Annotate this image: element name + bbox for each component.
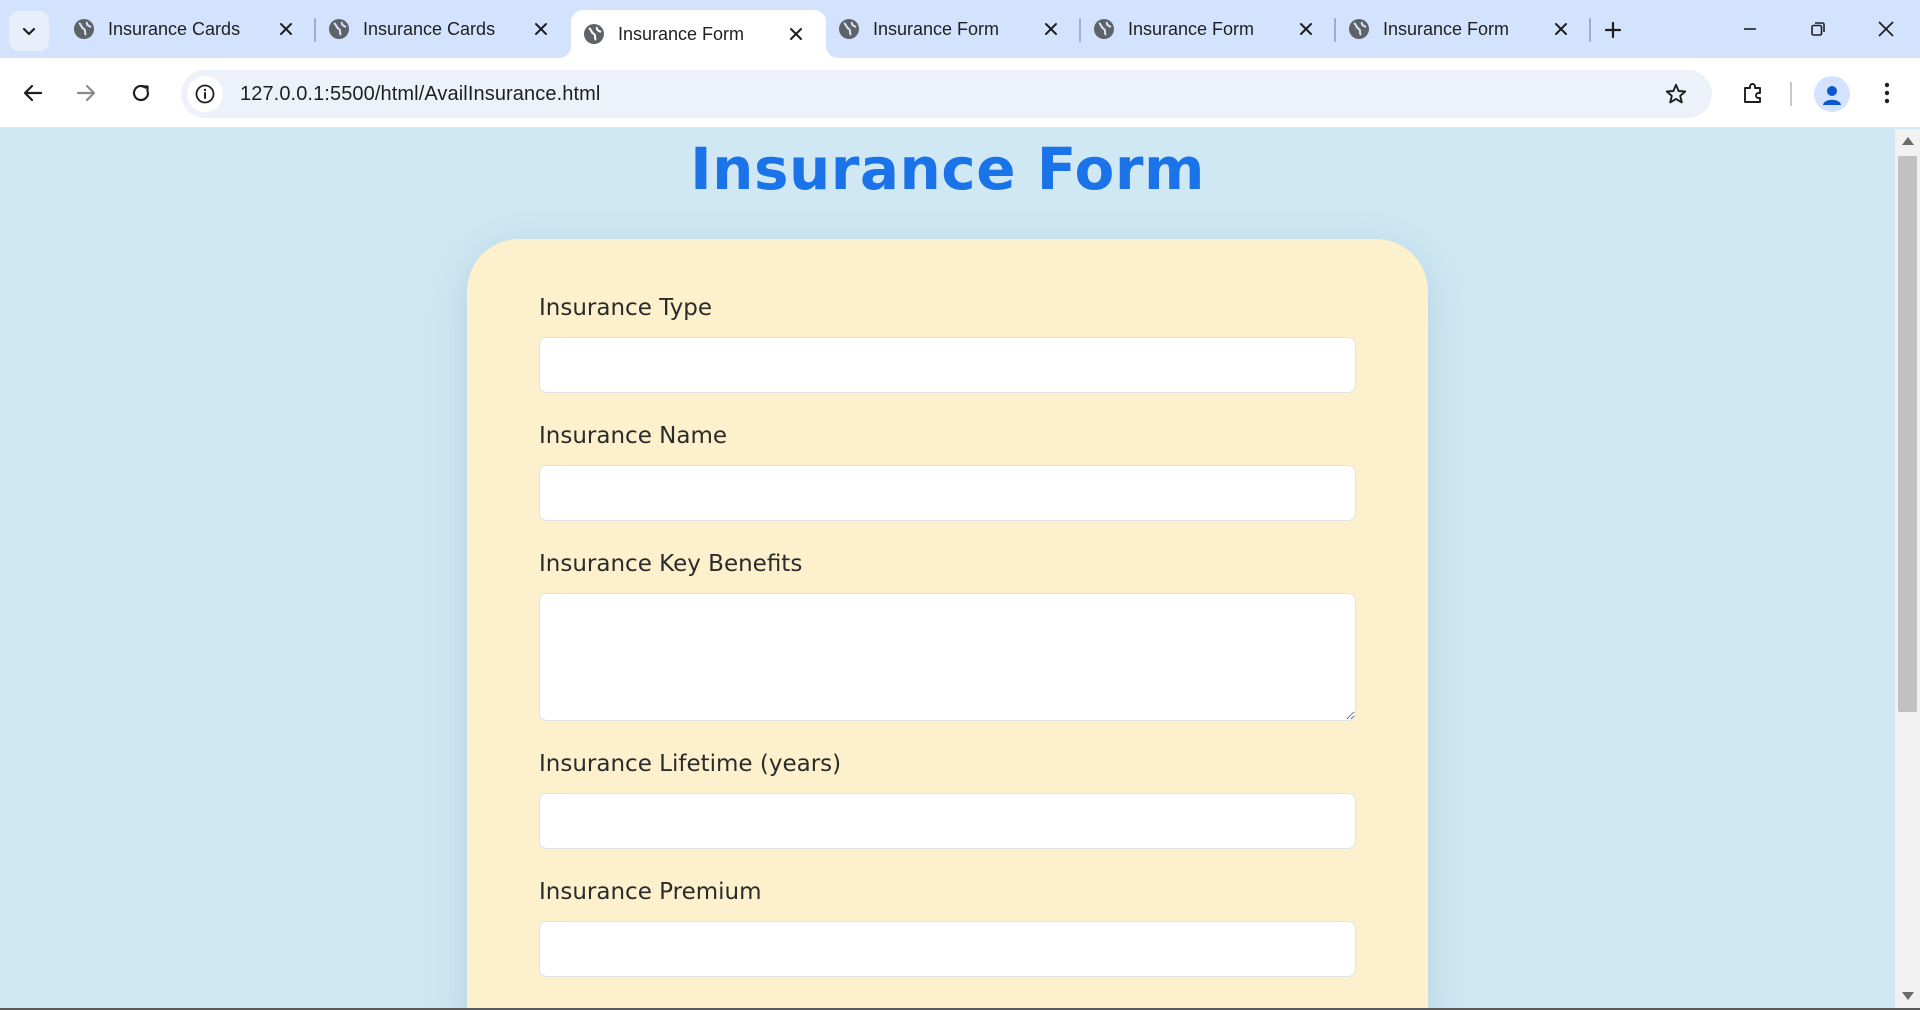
tab-close-button[interactable] bbox=[1547, 15, 1575, 43]
close-icon bbox=[790, 28, 802, 40]
tab[interactable]: Insurance Form bbox=[826, 0, 1081, 58]
tab-title: Insurance Form bbox=[1128, 18, 1255, 39]
insurance-name-label: Insurance Name bbox=[539, 423, 728, 449]
window-controls bbox=[1716, 0, 1920, 58]
close-icon bbox=[1555, 23, 1567, 35]
tab-title: Insurance Cards bbox=[363, 18, 496, 39]
tab-strip: Insurance Cards Insurance Cards Insuranc… bbox=[0, 0, 1920, 58]
scrollbar-thumb[interactable] bbox=[1898, 156, 1917, 712]
browser-toolbar: 127.0.0.1:5500/html/AvailInsurance.html bbox=[0, 58, 1920, 128]
tab[interactable]: Insurance Form bbox=[1336, 0, 1591, 58]
insurance-key-benefits-label: Insurance Key Benefits bbox=[539, 551, 803, 577]
scroll-up-arrow-icon[interactable] bbox=[1902, 137, 1914, 145]
tab[interactable]: Insurance Cards bbox=[316, 0, 571, 58]
insurance-lifetime-input[interactable] bbox=[539, 793, 1356, 849]
tab[interactable]: Insurance Cards bbox=[61, 0, 316, 58]
globe-icon bbox=[584, 24, 604, 44]
globe-icon bbox=[1349, 19, 1369, 39]
close-icon bbox=[535, 23, 547, 35]
chevron-down-icon bbox=[22, 27, 36, 36]
tab-title: Insurance Form bbox=[1383, 18, 1510, 39]
puzzle-icon bbox=[1744, 83, 1761, 103]
tab-separator bbox=[1589, 18, 1591, 42]
restore-button[interactable] bbox=[1784, 0, 1852, 58]
person-icon bbox=[1823, 86, 1841, 105]
tab-title: Insurance Form bbox=[618, 23, 745, 44]
tab-close-button[interactable] bbox=[782, 20, 810, 48]
info-icon bbox=[195, 84, 215, 104]
arrow-right-icon bbox=[76, 84, 96, 102]
address-bar[interactable]: 127.0.0.1:5500/html/AvailInsurance.html bbox=[181, 70, 1712, 118]
browser-menu-button[interactable] bbox=[1868, 74, 1906, 112]
scroll-down-arrow-icon[interactable] bbox=[1902, 992, 1914, 1000]
tab[interactable]: Insurance Form bbox=[1081, 0, 1336, 58]
globe-icon bbox=[839, 19, 859, 39]
toolbar-divider bbox=[1790, 82, 1792, 106]
extensions-button[interactable] bbox=[1734, 74, 1772, 112]
url-text[interactable]: 127.0.0.1:5500/html/AvailInsurance.html bbox=[240, 83, 600, 106]
globe-icon bbox=[329, 19, 349, 39]
close-window-button[interactable] bbox=[1852, 0, 1920, 58]
insurance-premium-input[interactable] bbox=[539, 921, 1356, 977]
back-button[interactable] bbox=[14, 74, 52, 112]
forward-button[interactable] bbox=[67, 74, 105, 112]
more-vertical-icon bbox=[1884, 82, 1890, 104]
insurance-name-input[interactable] bbox=[539, 465, 1356, 521]
plus-icon bbox=[1604, 21, 1622, 39]
tab-active[interactable]: Insurance Form bbox=[571, 10, 826, 58]
insurance-type-label: Insurance Type bbox=[539, 295, 712, 321]
arrow-left-icon bbox=[23, 84, 43, 102]
insurance-key-benefits-textarea[interactable] bbox=[539, 593, 1356, 721]
minimize-icon bbox=[1744, 28, 1756, 30]
page-viewport: Insurance Form Insurance Type Insurance … bbox=[0, 129, 1895, 1010]
tab-close-button[interactable] bbox=[527, 15, 555, 43]
tab-title: Insurance Cards bbox=[108, 18, 241, 39]
profile-avatar[interactable] bbox=[1814, 76, 1850, 112]
page-title: Insurance Form bbox=[690, 135, 1205, 203]
close-icon bbox=[1300, 23, 1312, 35]
globe-icon bbox=[74, 19, 94, 39]
close-icon bbox=[1878, 21, 1894, 37]
insurance-lifetime-label: Insurance Lifetime (years) bbox=[539, 751, 842, 777]
globe-icon bbox=[1094, 19, 1114, 39]
tab-close-button[interactable] bbox=[1292, 15, 1320, 43]
vertical-scrollbar[interactable] bbox=[1895, 129, 1920, 1010]
close-icon bbox=[280, 23, 292, 35]
new-tab-button[interactable] bbox=[1597, 14, 1629, 46]
bookmark-button[interactable] bbox=[1660, 78, 1692, 110]
insurance-premium-label: Insurance Premium bbox=[539, 879, 762, 905]
tab-close-button[interactable] bbox=[1037, 15, 1065, 43]
insurance-type-input[interactable] bbox=[539, 337, 1356, 393]
tab-list: Insurance Cards Insurance Cards Insuranc… bbox=[61, 0, 1591, 58]
star-icon bbox=[1665, 83, 1687, 104]
insurance-form: Insurance Type Insurance Name Insurance … bbox=[467, 239, 1428, 1010]
reload-icon bbox=[132, 84, 150, 102]
reload-button[interactable] bbox=[122, 74, 160, 112]
tab-close-button[interactable] bbox=[272, 15, 300, 43]
close-icon bbox=[1045, 23, 1057, 35]
tab-search-button[interactable] bbox=[9, 11, 49, 51]
minimize-button[interactable] bbox=[1716, 0, 1784, 58]
restore-icon bbox=[1811, 22, 1825, 36]
tab-title: Insurance Form bbox=[873, 18, 1000, 39]
site-info-button[interactable] bbox=[187, 76, 223, 112]
